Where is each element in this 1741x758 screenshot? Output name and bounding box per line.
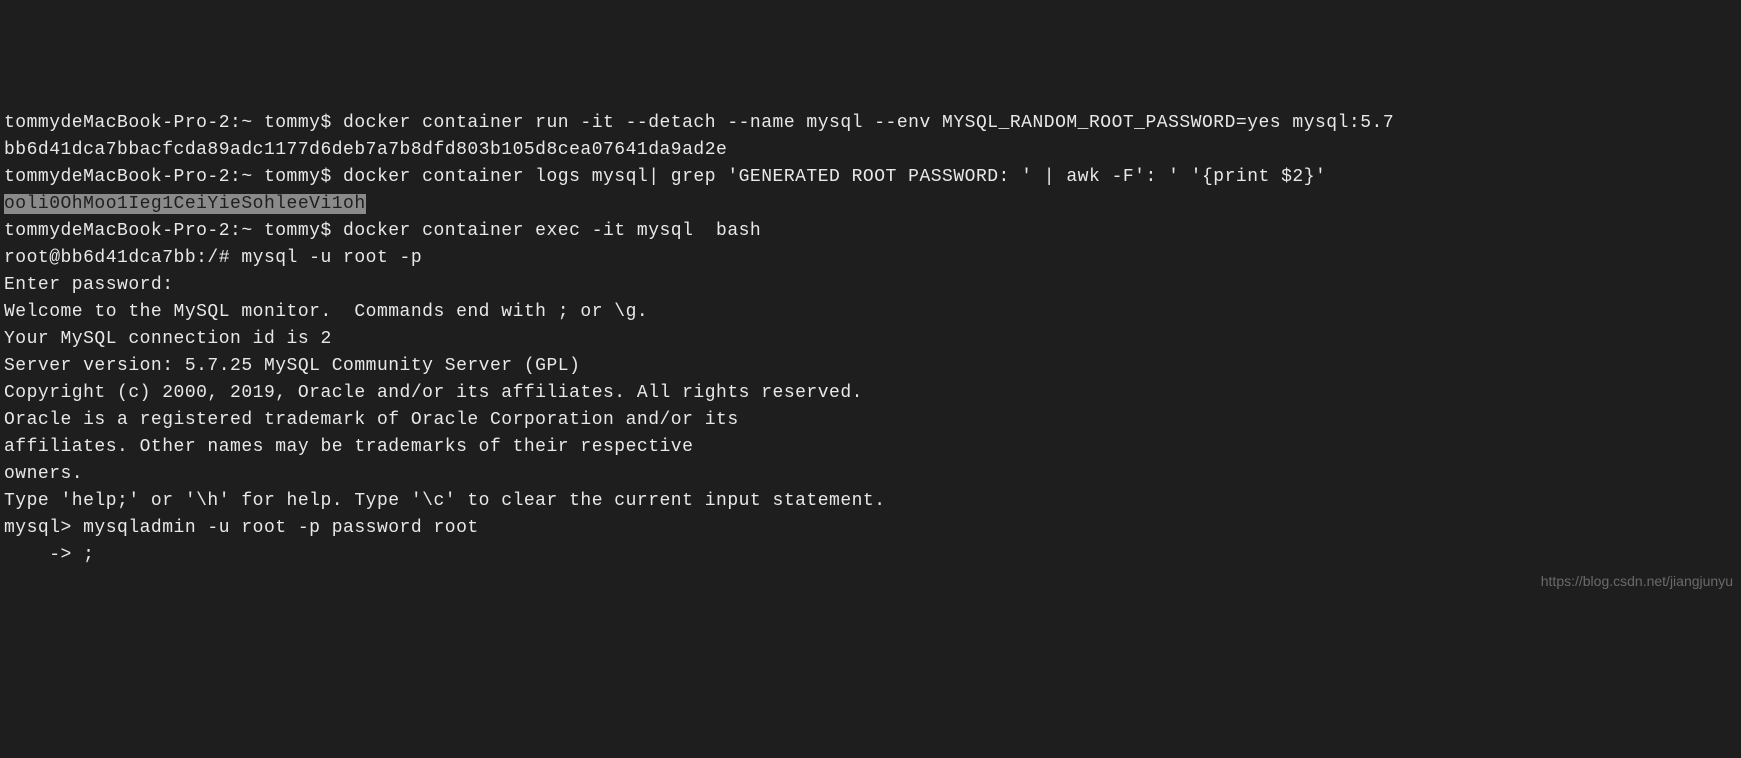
terminal-line: affiliates. Other names may be trademark…	[4, 434, 1737, 461]
terminal-line: Server version: 5.7.25 MySQL Community S…	[4, 353, 1737, 380]
terminal-line: ooli0OhMoo1Ieg1CeiYieSohleeVi1oh	[4, 191, 1737, 218]
terminal-line: Your MySQL connection id is 2	[4, 326, 1737, 353]
terminal-line: Type 'help;' or '\h' for help. Type '\c'…	[4, 488, 1737, 515]
terminal-line: tommydeMacBook-Pro-2:~ tommy$ docker con…	[4, 110, 1737, 137]
selected-text: ooli0OhMoo1Ieg1CeiYieSohleeVi1oh	[4, 194, 366, 214]
terminal-line: Welcome to the MySQL monitor. Commands e…	[4, 299, 1737, 326]
terminal-line: Oracle is a registered trademark of Orac…	[4, 407, 1737, 434]
terminal-line: tommydeMacBook-Pro-2:~ tommy$ docker con…	[4, 218, 1737, 245]
terminal-line: Copyright (c) 2000, 2019, Oracle and/or …	[4, 380, 1737, 407]
terminal-output[interactable]: tommydeMacBook-Pro-2:~ tommy$ docker con…	[4, 110, 1737, 569]
terminal-line: -> ;	[4, 542, 1737, 569]
terminal-line: owners.	[4, 461, 1737, 488]
terminal-line: root@bb6d41dca7bb:/# mysql -u root -p	[4, 245, 1737, 272]
terminal-line: tommydeMacBook-Pro-2:~ tommy$ docker con…	[4, 164, 1737, 191]
terminal-line: Enter password:	[4, 272, 1737, 299]
terminal-line: bb6d41dca7bbacfcda89adc1177d6deb7a7b8dfd…	[4, 137, 1737, 164]
watermark-text: https://blog.csdn.net/jiangjunyu	[1541, 571, 1733, 592]
terminal-line: mysql> mysqladmin -u root -p password ro…	[4, 515, 1737, 542]
